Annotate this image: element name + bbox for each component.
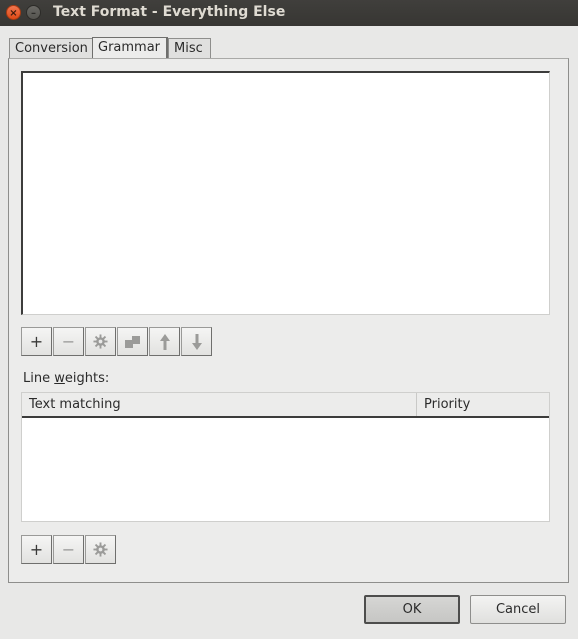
tab-misc[interactable]: Misc bbox=[168, 38, 211, 58]
plus-icon: + bbox=[29, 332, 44, 351]
line-weights-label-prefix: Line bbox=[23, 371, 55, 386]
settings-weight-button[interactable] bbox=[85, 535, 116, 564]
line-weights-table[interactable]: Text matching Priority bbox=[21, 392, 550, 522]
remove-weight-button[interactable]: − bbox=[53, 535, 84, 564]
plus-icon: + bbox=[29, 540, 44, 559]
line-weights-label: Line weights: bbox=[23, 371, 109, 386]
line-weights-label-suffix: eights: bbox=[64, 371, 110, 386]
title-bar: × – Text Format - Everything Else bbox=[0, 0, 578, 26]
arrow-down-icon bbox=[191, 333, 202, 350]
gear-icon bbox=[93, 334, 108, 349]
minimize-window-button[interactable]: – bbox=[26, 5, 41, 20]
gear-icon bbox=[93, 542, 108, 557]
settings-grammar-button[interactable] bbox=[85, 327, 116, 356]
close-icon: × bbox=[9, 8, 18, 19]
copy-grammar-button[interactable] bbox=[117, 327, 148, 356]
add-grammar-button[interactable]: + bbox=[21, 327, 52, 356]
tab-grammar[interactable]: Grammar bbox=[92, 37, 168, 59]
cancel-button[interactable]: Cancel bbox=[470, 595, 566, 624]
copy-icon bbox=[124, 335, 140, 348]
move-down-button[interactable] bbox=[181, 327, 212, 356]
minus-icon: − bbox=[61, 540, 76, 559]
ok-button[interactable]: OK bbox=[364, 595, 460, 624]
minimize-icon: – bbox=[31, 8, 36, 19]
minus-icon: − bbox=[61, 332, 76, 351]
arrow-up-icon bbox=[159, 333, 170, 350]
table-header: Text matching Priority bbox=[22, 393, 549, 418]
tab-conversion[interactable]: Conversion bbox=[9, 38, 93, 58]
column-header-priority[interactable]: Priority bbox=[417, 393, 549, 416]
add-weight-button[interactable]: + bbox=[21, 535, 52, 564]
window-title: Text Format - Everything Else bbox=[53, 4, 286, 20]
move-up-button[interactable] bbox=[149, 327, 180, 356]
line-weights-label-mnemonic: w bbox=[54, 371, 65, 386]
grammar-text-area[interactable] bbox=[21, 71, 550, 315]
remove-grammar-button[interactable]: − bbox=[53, 327, 84, 356]
column-header-text-matching[interactable]: Text matching bbox=[22, 393, 417, 416]
close-window-button[interactable]: × bbox=[6, 5, 21, 20]
